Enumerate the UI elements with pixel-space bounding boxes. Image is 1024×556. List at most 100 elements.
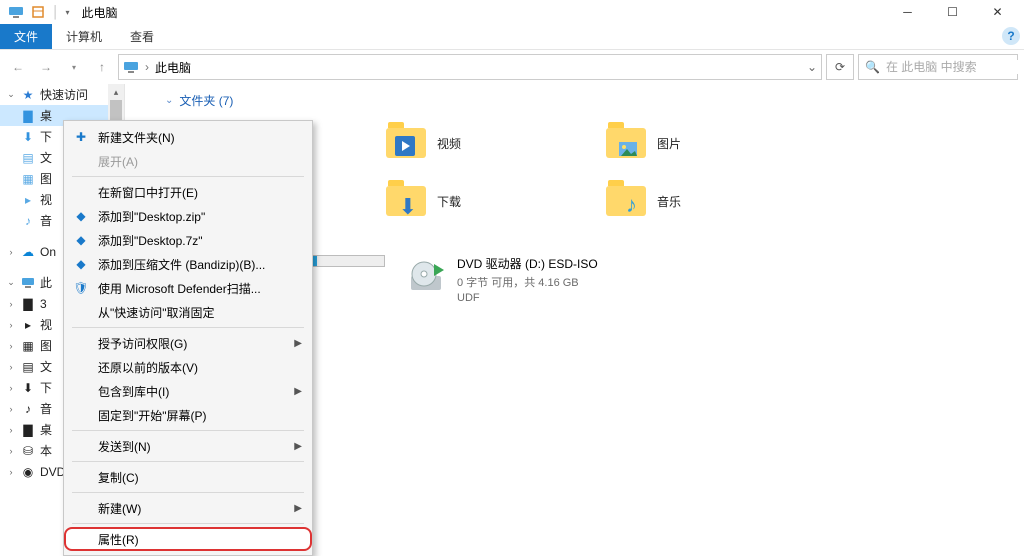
document-icon: ▤ [20,150,36,166]
tab-view[interactable]: 查看 [116,24,168,49]
cm-label: 还原以前的版本(V) [98,359,198,376]
cm-pin-start[interactable]: 固定到"开始"屏幕(P) [64,403,312,427]
folder-label: 下载 [437,193,461,210]
shield-icon: 🛡 [72,281,90,295]
search-box[interactable]: 🔍 [858,54,1018,80]
address-bar[interactable]: › 此电脑 ⌄ [118,54,822,80]
cm-restore-previous[interactable]: 还原以前的版本(V) [64,355,312,379]
drive-label: DVD 驱动器 (D:) ESD-ISO [457,255,598,272]
cm-open-new-window[interactable]: 在新窗口中打开(E) [64,180,312,204]
folder-label: 图片 [657,135,681,152]
document-icon: ▤ [20,359,36,375]
back-button[interactable]: ← [6,55,30,79]
nav-label: 此 [40,274,52,291]
folder-icon: ▇ [20,296,36,312]
up-button[interactable]: ↑ [90,55,114,79]
cm-add-zip[interactable]: ◆ 添加到"Desktop.zip" [64,204,312,228]
drive-dvd[interactable]: DVD 驱动器 (D:) ESD-ISO 0 字节 可用，共 4.16 GB U… [405,255,685,304]
chevron-down-icon[interactable]: ⌄ [6,89,16,100]
folder-icon: ♪ [605,180,647,222]
chevron-right-icon: ▶ [294,441,302,452]
cm-label: 发送到(N) [98,438,151,455]
cm-label: 固定到"开始"屏幕(P) [98,407,207,424]
forward-button[interactable]: → [34,55,58,79]
cm-separator [72,492,304,493]
qat-divider: │ [52,5,60,19]
download-icon: ⬇ [20,129,36,145]
cm-label: 授予访问权限(G) [98,335,187,352]
music-icon: ♪ [20,213,36,229]
video-icon: ▸ [20,317,36,333]
cm-separator [72,523,304,524]
cm-label: 添加到"Desktop.7z" [98,232,203,249]
cm-grant-access[interactable]: 授予访问权限(G) ▶ [64,331,312,355]
tab-file[interactable]: 文件 [0,24,52,49]
cm-separator [72,176,304,177]
chevron-right-icon[interactable]: › [145,60,149,74]
download-icon: ⬇ [20,380,36,396]
cm-copy[interactable]: 复制(C) [64,465,312,489]
folder-videos[interactable]: 视频 [385,117,595,169]
cm-label: 属性(R) [98,531,139,548]
nav-label: 本 [40,442,52,459]
cm-include-library[interactable]: 包含到库中(I)▶ [64,379,312,403]
nav-label: On [40,245,56,259]
title-bar: │ ▾ 此电脑 ─ ☐ ✕ [0,0,1024,24]
group-header-folders[interactable]: ⌄ 文件夹 (7) [165,92,1014,109]
cm-unpin-quickaccess[interactable]: 从"快速访问"取消固定 [64,300,312,324]
chevron-right-icon: ▶ [294,338,302,349]
cm-label: 在新窗口中打开(E) [98,184,198,201]
folder-downloads[interactable]: ⬇ 下载 [385,175,595,227]
window-title: 此电脑 [82,4,118,21]
picture-icon: ▦ [20,171,36,187]
folder-label: 音乐 [657,193,681,210]
folder-icon: ▇ [20,422,36,438]
address-dropdown[interactable]: ⌄ [807,60,817,74]
cm-label: 展开(A) [98,153,138,170]
cm-add-7z[interactable]: ◆添加到"Desktop.7z" [64,228,312,252]
picture-icon: ▦ [20,338,36,354]
cm-new-folder[interactable]: ✚ 新建文件夹(N) [64,125,312,149]
nav-quick-access[interactable]: ⌄ ★ 快速访问 [0,84,124,105]
disc-icon: ◉ [20,464,36,480]
nav-label: 快速访问 [40,86,88,103]
tab-computer[interactable]: 计算机 [52,24,116,49]
cm-add-bandizip[interactable]: ◆添加到压缩文件 (Bandizip)(B)... [64,252,312,276]
cm-label: 添加到"Desktop.zip" [98,208,205,225]
recent-dropdown[interactable]: ▾ [62,55,86,79]
refresh-button[interactable]: ⟳ [826,54,854,80]
cm-defender-scan[interactable]: 🛡使用 Microsoft Defender扫描... [64,276,312,300]
plus-icon: ✚ [72,130,90,144]
folder-music[interactable]: ♪ 音乐 [605,175,815,227]
group-title: 文件夹 (7) [179,92,233,109]
cm-label: 新建文件夹(N) [98,129,175,146]
scroll-up-icon[interactable]: ▴ [108,84,124,100]
nav-label: 图 [40,170,52,187]
minimize-button[interactable]: ─ [885,0,930,24]
cm-send-to[interactable]: 发送到(N) ▶ [64,434,312,458]
chevron-down-icon[interactable]: ⌄ [165,95,173,106]
quick-access-toolbar: │ ▾ [4,4,70,20]
properties-qat-icon[interactable] [30,4,46,20]
cm-properties[interactable]: 属性(R) [64,527,312,551]
star-icon: ★ [20,87,36,103]
address-segment[interactable]: 此电脑 [155,59,191,76]
cm-new[interactable]: 新建(W)▶ [64,496,312,520]
nav-label: 音 [40,400,52,417]
help-icon[interactable]: ? [1002,27,1020,45]
nav-label: 视 [40,191,52,208]
maximize-button[interactable]: ☐ [930,0,975,24]
context-menu: ✚新建文件夹(N) 展开(A) 在新窗口中打开(E) ◆添加到"Desktop.… [63,120,313,556]
close-button[interactable]: ✕ [975,0,1020,24]
chevron-down-icon[interactable]: ⌄ [6,277,16,288]
cm-separator [72,461,304,462]
folder-icon [605,122,647,164]
folder-icon: ⬇ [385,180,427,222]
archive-icon: ◆ [72,209,90,223]
qat-dropdown[interactable]: ▾ [66,8,70,17]
search-input[interactable] [886,60,1024,74]
cloud-icon: ☁ [20,244,36,260]
cm-label: 添加到压缩文件 (Bandizip)(B)... [98,256,265,273]
folder-pictures[interactable]: 图片 [605,117,815,169]
chevron-right-icon[interactable]: › [6,247,16,257]
